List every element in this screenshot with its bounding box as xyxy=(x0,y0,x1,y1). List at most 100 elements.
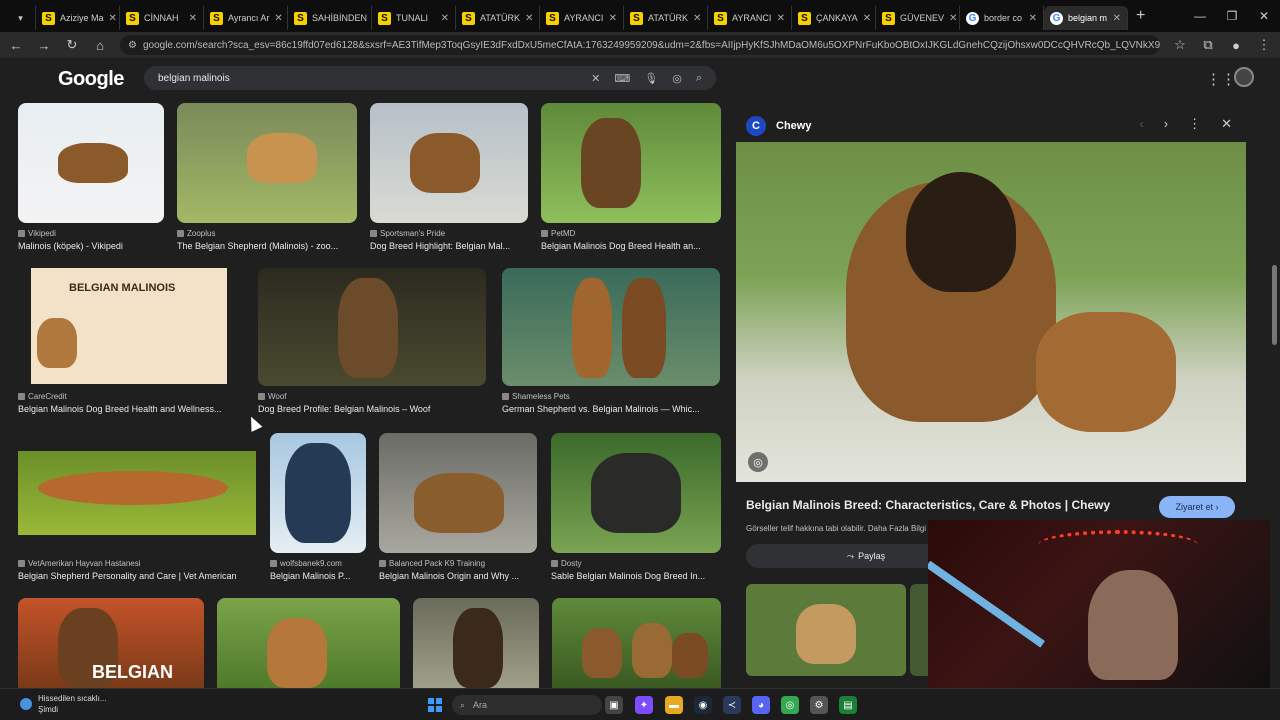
close-panel-icon[interactable]: ✕ xyxy=(1221,116,1232,132)
search-icon[interactable]: ⌕ xyxy=(696,72,702,85)
browser-tab[interactable]: Gborder co ✕ xyxy=(960,6,1044,30)
close-icon[interactable]: ✕ xyxy=(1248,0,1280,32)
tab-close-icon[interactable]: ✕ xyxy=(189,13,197,24)
result-thumbnail[interactable] xyxy=(541,103,721,223)
result-thumbnail[interactable] xyxy=(18,433,256,553)
panel-title[interactable]: Belgian Malinois Breed: Characteristics,… xyxy=(746,498,1110,512)
result-card[interactable]: Balanced Pack K9 Training Belgian Malino… xyxy=(379,433,537,581)
result-thumbnail[interactable] xyxy=(258,268,486,386)
tab-close-icon[interactable]: ✕ xyxy=(274,13,282,24)
browser-tab[interactable]: Gbelgian m ✕ xyxy=(1044,6,1128,30)
result-title[interactable]: Belgian Shepherd Personality and Care | … xyxy=(18,571,256,581)
keyboard-icon[interactable]: ⌨ xyxy=(614,72,630,85)
search-input[interactable]: belgian malinois ✕ ⌨ 🎙 ◎ ⌕ xyxy=(144,66,716,90)
browser-tab[interactable]: SSAHİBİNDEN✕ xyxy=(288,6,372,30)
prev-icon[interactable]: ‹ xyxy=(1139,116,1143,132)
result-title[interactable]: German Shepherd vs. Belgian Malinois — W… xyxy=(502,404,720,414)
more-options-icon[interactable]: ⋮ xyxy=(1188,116,1201,132)
task-view-icon[interactable]: ▣ xyxy=(605,696,623,714)
preview-image[interactable]: ◎ xyxy=(736,142,1246,482)
reload-icon[interactable]: ↻ xyxy=(64,37,80,53)
home-icon[interactable]: ⌂ xyxy=(92,38,108,53)
result-thumbnail[interactable] xyxy=(413,598,539,688)
result-card[interactable] xyxy=(552,598,721,688)
settings-icon[interactable]: ⚙ xyxy=(810,696,828,714)
result-card[interactable]: Zooplus The Belgian Shepherd (Malinois) … xyxy=(177,103,357,251)
result-thumbnail[interactable] xyxy=(177,103,357,223)
browser-tab[interactable]: S Ayrancı Ar ✕ xyxy=(204,6,288,30)
minimize-icon[interactable]: — xyxy=(1184,0,1216,32)
profile-icon[interactable]: ● xyxy=(1228,38,1244,53)
browser-tab[interactable]: S ATATÜRK ✕ xyxy=(456,6,540,30)
result-card[interactable] xyxy=(217,598,400,688)
browser-tab[interactable]: S AYRANCI ✕ xyxy=(708,6,792,30)
tab-close-icon[interactable]: ✕ xyxy=(609,13,617,24)
result-title[interactable]: Belgian Malinois Dog Breed Health an... xyxy=(541,241,721,251)
panel-source[interactable]: C Chewy xyxy=(746,116,811,136)
extensions-icon[interactable]: ⧉ xyxy=(1200,37,1216,53)
tab-close-icon[interactable]: ✕ xyxy=(441,13,449,24)
result-title[interactable]: Dog Breed Profile: Belgian Malinois – Wo… xyxy=(258,404,486,414)
tab-close-icon[interactable]: ✕ xyxy=(109,13,117,24)
vscode-icon[interactable]: ≺ xyxy=(723,696,741,714)
result-title[interactable]: Belgian Malinois Dog Breed Health and We… xyxy=(18,404,240,414)
next-icon[interactable]: › xyxy=(1164,116,1168,132)
url-input[interactable]: ⚙ google.com/search?sca_esv=86c19ffd07ed… xyxy=(120,35,1160,55)
result-title[interactable]: Belgian Malinois Origin and Why ... xyxy=(379,571,537,581)
result-card[interactable]: wolfsbanek9.com Belgian Malinois P... xyxy=(270,433,366,581)
result-title[interactable]: Sable Belgian Malinois Dog Breed In... xyxy=(551,571,721,581)
taskbar-search[interactable]: ⌕ Ara xyxy=(452,695,602,715)
tab-close-icon[interactable]: ✕ xyxy=(1113,13,1121,24)
tab-search-button[interactable]: ▾ xyxy=(6,6,36,30)
clear-icon[interactable]: ✕ xyxy=(591,72,600,85)
folder-icon[interactable]: ▬ xyxy=(665,696,683,714)
result-card[interactable]: VetAmerikan Hayvan Hastanesi Belgian She… xyxy=(18,433,256,581)
back-icon[interactable]: ← xyxy=(8,38,24,53)
result-thumbnail[interactable] xyxy=(217,598,400,688)
scrollbar[interactable] xyxy=(1270,60,1280,688)
result-title[interactable]: Dog Breed Highlight: Belgian Mal... xyxy=(370,241,528,251)
lens-icon[interactable]: ◎ xyxy=(672,72,682,85)
avatar[interactable] xyxy=(1234,67,1254,87)
tab-close-icon[interactable]: ✕ xyxy=(863,13,871,24)
menu-icon[interactable]: ⋮ xyxy=(1256,37,1272,53)
result-title[interactable]: Malinois (köpek) - Vikipedi xyxy=(18,241,164,251)
related-image[interactable] xyxy=(746,584,906,676)
browser-tab[interactable]: S ÇANKAYA ✕ xyxy=(792,6,876,30)
result-card[interactable]: BELGIAN MALINOIS CareCredit Belgian Mali… xyxy=(18,268,240,414)
result-title[interactable]: The Belgian Shepherd (Malinois) - zoo... xyxy=(177,241,357,251)
result-thumbnail[interactable] xyxy=(379,433,537,553)
google-logo[interactable]: Google xyxy=(58,68,124,91)
browser-tab[interactable]: S AYRANCI ✕ xyxy=(540,6,624,30)
discord-icon[interactable]: ◕ xyxy=(752,696,770,714)
browser-tab[interactable]: S ATATÜRK ✕ xyxy=(624,6,708,30)
browser-tab[interactable]: S CİNNAH ✕ xyxy=(120,6,204,30)
result-thumbnail[interactable] xyxy=(270,433,366,553)
result-card[interactable]: PetMD Belgian Malinois Dog Breed Health … xyxy=(541,103,721,251)
maximize-icon[interactable]: ❐ xyxy=(1216,0,1248,32)
steam-icon[interactable]: ◉ xyxy=(694,696,712,714)
tab-close-icon[interactable]: ✕ xyxy=(693,13,701,24)
browser-tab[interactable]: S GÜVENEV ✕ xyxy=(876,6,960,30)
result-card[interactable]: Sportsman's Pride Dog Breed Highlight: B… xyxy=(370,103,528,251)
start-icon[interactable] xyxy=(428,698,442,712)
result-thumbnail[interactable] xyxy=(551,433,721,553)
result-thumbnail[interactable]: BELGIAN MALINOIS xyxy=(18,268,240,386)
app-icon[interactable]: ▤ xyxy=(839,696,857,714)
copilot-icon[interactable]: ✦ xyxy=(635,696,653,714)
result-card[interactable]: BELGIAN xyxy=(18,598,204,688)
result-thumbnail[interactable]: BELGIAN xyxy=(18,598,204,688)
tab-close-icon[interactable]: ✕ xyxy=(525,13,533,24)
result-card[interactable]: Dosty Sable Belgian Malinois Dog Breed I… xyxy=(551,433,721,581)
result-thumbnail[interactable] xyxy=(370,103,528,223)
forward-icon[interactable]: → xyxy=(36,38,52,53)
site-info-icon[interactable]: ⚙ xyxy=(128,40,137,51)
result-card[interactable] xyxy=(413,598,539,688)
browser-tab[interactable]: S TUNALI ✕ xyxy=(372,6,456,30)
result-card[interactable]: Woof Dog Breed Profile: Belgian Malinois… xyxy=(258,268,486,414)
mic-icon[interactable]: 🎙 xyxy=(644,72,658,85)
browser-tab[interactable]: S Aziziye Ma ✕ xyxy=(36,6,120,30)
result-thumbnail[interactable] xyxy=(18,103,164,223)
bookmark-star-icon[interactable]: ☆ xyxy=(1172,37,1188,53)
chrome-icon[interactable]: ◎ xyxy=(781,696,799,714)
